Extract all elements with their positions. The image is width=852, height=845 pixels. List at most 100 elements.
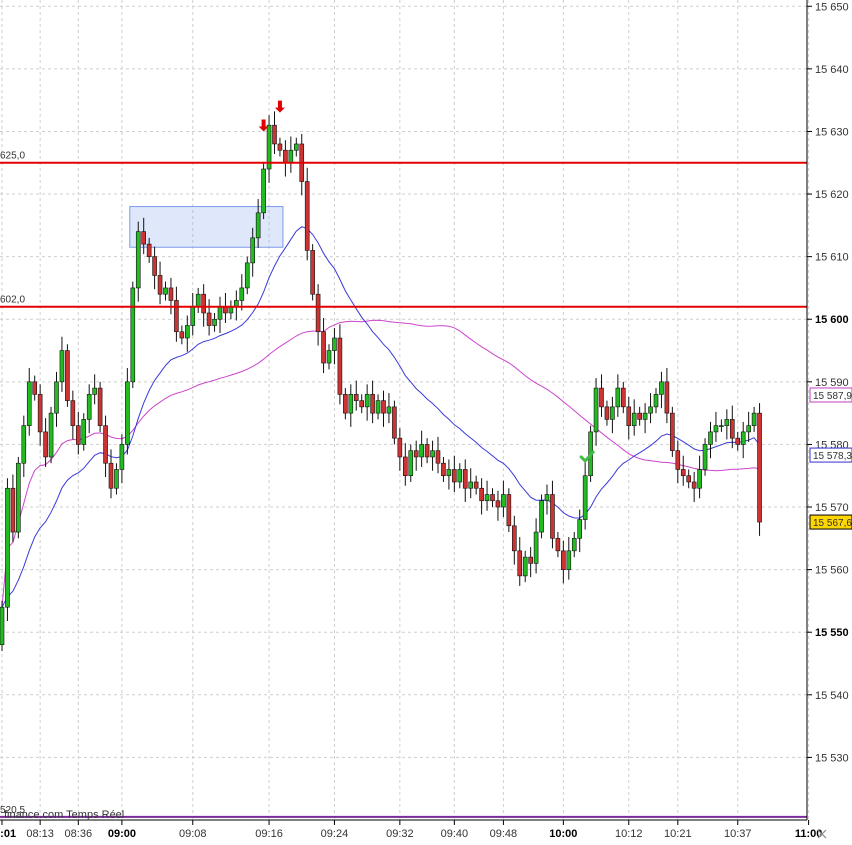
candle-body [70, 400, 76, 426]
candle-body [539, 500, 544, 533]
time-tick-label: 08:01 [0, 828, 16, 840]
candle-body [675, 450, 681, 470]
candle-body [522, 556, 528, 577]
price-axis: 15 650 15 640 15 630 15 620 15 610 15 600 15 5… [807, 1, 849, 764]
candle [304, 167, 310, 261]
candle-body [719, 425, 724, 427]
candle-body [119, 444, 125, 470]
candle-body [261, 168, 266, 214]
time-tick-label: 09:24 [321, 828, 349, 840]
candle-body [457, 469, 463, 483]
time-tick-label: 09:00 [108, 828, 136, 840]
candle-body [424, 444, 430, 458]
candle-body [566, 550, 572, 570]
candle-body [195, 293, 201, 308]
price-tick-label: 15 630 [815, 126, 849, 138]
candle-body [561, 550, 566, 570]
value-tag-label: 15 567,6 [813, 518, 852, 529]
candle-body [0, 606, 5, 646]
time-tick-label: 09:08 [179, 828, 207, 840]
candle-body [740, 431, 746, 445]
time-tick-label: 10:37 [724, 828, 752, 840]
candle-body [163, 287, 168, 295]
candle-body [599, 387, 604, 408]
candle-body [201, 293, 206, 314]
candle-body [604, 406, 610, 420]
candle-body [114, 469, 119, 489]
candle-body [593, 387, 599, 433]
candle-body [511, 525, 517, 552]
candle-body [26, 381, 32, 426]
candle [97, 381, 103, 432]
candle-body [419, 444, 424, 458]
candle-body [441, 462, 446, 477]
level-label: 602,0 [0, 295, 25, 306]
candle-body [517, 550, 523, 577]
candle-body [610, 406, 615, 420]
candle-body [555, 538, 561, 552]
candle-body [397, 437, 403, 458]
candle-body [16, 462, 21, 533]
candle-body [293, 143, 299, 151]
time-tick-label: 10:00 [549, 828, 577, 840]
candle-body [65, 350, 70, 401]
value-tag: 15 567,6 [809, 514, 852, 530]
candle [310, 244, 315, 301]
price-tick-label: 15 560 [815, 565, 849, 577]
candle-body [386, 406, 392, 414]
candle-body [48, 412, 54, 458]
candle-body [724, 419, 730, 426]
candle-body [81, 419, 87, 445]
candle [261, 162, 266, 220]
candle-body [59, 350, 65, 383]
candle-body [86, 394, 92, 420]
candle-body [157, 275, 163, 295]
time-tick-label: 09:40 [441, 828, 469, 840]
candle-body [452, 469, 457, 483]
price-tick-label: 15 530 [815, 752, 849, 764]
candle-body [375, 400, 381, 414]
candle-body [462, 469, 468, 489]
candle [5, 478, 10, 621]
candle-body [402, 456, 408, 477]
candle-body [473, 481, 479, 489]
candle-body [637, 412, 642, 420]
candle-body [680, 469, 686, 477]
candle-body [495, 500, 501, 508]
candle-body [446, 469, 452, 477]
candle-body [702, 444, 708, 470]
time-axis: 08:01 08:13 08:36 09:00 09:08 09:16 09:24 09:32… [0, 820, 822, 840]
candle-body [190, 306, 196, 326]
candle-body [21, 425, 27, 464]
candle-body [408, 450, 414, 477]
price-tick-label: 15 650 [815, 1, 849, 13]
candle [757, 403, 762, 536]
candle-body [37, 394, 43, 433]
candle-body [413, 450, 419, 458]
candle-body [659, 381, 664, 395]
time-tick-label: 09:32 [386, 828, 414, 840]
footer-text: finance.com Temps Réel [4, 809, 124, 821]
candle-body [571, 538, 577, 552]
candle-body [620, 387, 626, 408]
candle-body [315, 293, 321, 333]
candle-body [490, 494, 495, 502]
candle-body [746, 425, 751, 433]
candle [0, 600, 5, 651]
candle-body [648, 406, 653, 414]
candle-body [359, 400, 365, 408]
candle-body [206, 312, 212, 326]
candle-body [304, 181, 310, 251]
value-tag-label: 15 578,3 [813, 451, 852, 462]
candle-body [550, 494, 555, 539]
candle-body [364, 394, 370, 408]
time-tick-label: 08:13 [26, 828, 54, 840]
candle-body [326, 350, 332, 364]
candle-body [277, 143, 283, 151]
candle-body [691, 481, 697, 489]
candle-body [146, 243, 152, 257]
candle-body [321, 331, 326, 364]
price-tick-label: 15 550 [815, 627, 849, 639]
value-tag-label: 15 587,9 [813, 391, 852, 402]
candle-body [697, 469, 702, 489]
